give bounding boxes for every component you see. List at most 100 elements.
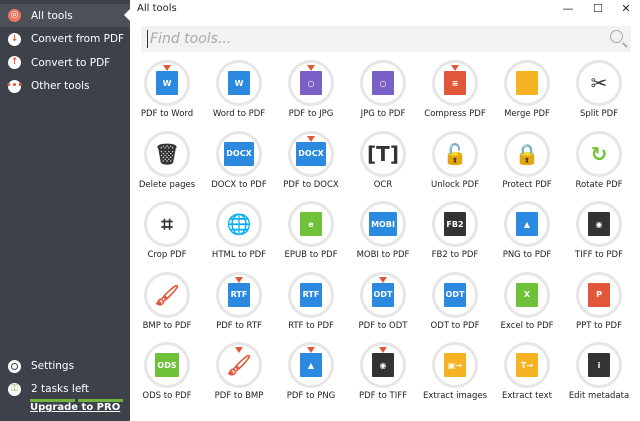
tool-icon-circle: ○ [288,60,334,106]
tool-icon-circle: [T] [360,130,406,177]
gear-icon [8,359,21,373]
sidebar-item-all-tools[interactable]: ◎ All tools [0,4,130,27]
tool-icon-circle: ▲ [504,201,550,247]
tool-mobi-to-pdf[interactable]: MOBI MOBI to PDF [347,201,419,271]
tool-pdf-to-tiff[interactable]: ◉ PDF to TIFF [347,342,419,412]
arrow-down-icon [307,65,315,71]
tool-html-to-pdf[interactable]: 🌐 HTML to PDF [203,201,275,271]
tool-fb2-to-pdf[interactable]: FB2 FB2 to PDF [419,201,491,271]
tool-rotate-pdf[interactable]: ↻ Rotate PDF [563,130,635,201]
tool-word-to-pdf[interactable]: W Word to PDF [203,60,275,130]
fb2-icon: FB2 [444,212,466,236]
tool-merge-pdf[interactable]: Merge PDF [491,60,563,130]
camera-icon: ◉ [372,347,394,377]
key-icon: ⚿ [8,382,21,396]
sidebar-item-convert-to-pdf[interactable]: ↑ Convert to PDF [0,51,130,74]
window-title: All tools [137,3,177,14]
tool-label: PPT to PDF [576,320,622,331]
tool-pdf-to-docx[interactable]: DOCX PDF to DOCX [275,130,347,201]
search-icon[interactable] [610,30,623,43]
tool-icon-circle: ▲ [288,342,334,388]
tool-icon-circle: 🖌 [144,271,190,318]
arrow-down-icon [451,65,459,71]
close-button[interactable]: ✕ [614,0,638,16]
target-icon: ◎ [8,9,21,22]
tool-ocr[interactable]: [T] OCR [347,130,419,201]
tool-excel-to-pdf[interactable]: X Excel to PDF [491,271,563,342]
tasks-left-label: 2 tasks left [31,383,89,395]
jpg-icon: ○ [372,71,394,95]
tool-icon-circle: 🖌 [216,342,262,388]
tool-icon-circle [504,60,550,106]
tool-label: TIFF to PDF [575,250,623,260]
ocr-icon: [T] [367,141,399,166]
tool-epub-to-pdf[interactable]: e EPUB to PDF [275,201,347,271]
globe-icon: 🌐 [226,212,252,236]
settings-button[interactable]: Settings [0,359,130,373]
tool-icon-circle: ⌗ [144,201,190,247]
tool-odt-to-pdf[interactable]: ODT ODT to PDF [419,271,491,342]
tool-icon-circle: W [144,60,190,106]
search-input[interactable] [147,30,602,48]
maximize-button[interactable]: ☐ [586,0,610,16]
tasks-status: ⚿ 2 tasks left [0,382,130,396]
arrow-down-icon [235,276,243,283]
upgrade-link[interactable]: Upgrade to PRO [30,402,120,413]
lock-icon: 🔒 [514,141,540,166]
jpg-icon: ○ [300,65,322,95]
tool-pdf-to-word[interactable]: W PDF to Word [131,60,203,130]
tool-extract-text[interactable]: T→ Extract text [491,342,563,412]
tool-icon-circle: ✂ [576,60,622,106]
tool-icon-circle: ODT [432,271,478,318]
tool-pdf-to-png[interactable]: ▲ PDF to PNG [275,342,347,412]
camera-icon: ◉ [588,212,610,236]
tool-edit-metadata[interactable]: i Edit metadata [563,342,635,412]
tool-delete-pages[interactable]: 🗑 Delete pages [131,130,203,201]
tool-icon-circle: MOBI [360,201,406,247]
rotate-icon: ↻ [590,141,608,166]
minimize-button[interactable]: — [556,0,580,16]
tool-protect-pdf[interactable]: 🔒 Protect PDF [491,130,563,201]
tool-compress-pdf[interactable]: ≡ Compress PDF [419,60,491,130]
tool-icon-circle: e [288,201,334,247]
sidebar-item-label: Convert to PDF [31,56,111,69]
tool-icon-circle: 🔓 [432,130,478,177]
image-icon: ▲ [300,347,322,377]
tool-label: Split PDF [579,109,619,119]
search-bar [141,26,631,52]
tool-jpg-to-pdf[interactable]: ○ JPG to PDF [347,60,419,130]
tool-icon-circle: 🔒 [504,130,550,177]
tool-pdf-to-bmp[interactable]: 🖌 PDF to BMP [203,342,275,412]
tool-tiff-to-pdf[interactable]: ◉ TIFF to PDF [563,201,635,271]
tool-label: Edit metadata [568,391,630,401]
tool-icon-circle: ODS [144,342,190,388]
info-icon: i [588,353,610,377]
scissors-icon: ✂ [590,71,608,95]
tool-label: Rotate PDF [575,179,623,190]
tool-ods-to-pdf[interactable]: ODS ODS to PDF [131,342,203,412]
sidebar-item-other-tools[interactable]: ••• Other tools [0,75,130,98]
tool-icon-circle: X [504,271,550,318]
tool-docx-to-pdf[interactable]: DOCX DOCX to PDF [203,130,275,201]
tool-png-to-pdf[interactable]: ▲ PNG to PDF [491,201,563,271]
tool-extract-images[interactable]: ▣→ Extract images [419,342,491,412]
tool-rtf-to-pdf[interactable]: RTF RTF to PDF [275,271,347,342]
tool-icon-circle: ○ [360,60,406,106]
tool-split-pdf[interactable]: ✂ Split PDF [563,60,635,130]
tool-icon-circle: 🌐 [216,201,262,247]
sidebar-item-convert-from-pdf[interactable]: ↓ Convert from PDF [0,28,130,51]
tool-bmp-to-pdf[interactable]: 🖌 BMP to PDF [131,271,203,342]
excel-icon: X [516,282,538,307]
compress-icon: ≡ [444,65,466,95]
tool-pdf-to-rtf[interactable]: RTF PDF to RTF [203,271,275,342]
tool-ppt-to-pdf[interactable]: P PPT to PDF [563,271,635,342]
trash-icon: 🗑 [154,141,180,166]
tool-unlock-pdf[interactable]: 🔓 Unlock PDF [419,130,491,201]
tool-pdf-to-odt[interactable]: ODT PDF to ODT [347,271,419,342]
sidebar-item-label: Convert from PDF [31,33,125,45]
tool-icon-circle: DOCX [216,130,262,177]
tool-pdf-to-jpg[interactable]: ○ PDF to JPG [275,60,347,130]
tool-crop-pdf[interactable]: ⌗ Crop PDF [131,201,203,271]
tool-icon-circle: ↻ [576,130,622,177]
tool-icon-circle: ODT [360,271,406,318]
